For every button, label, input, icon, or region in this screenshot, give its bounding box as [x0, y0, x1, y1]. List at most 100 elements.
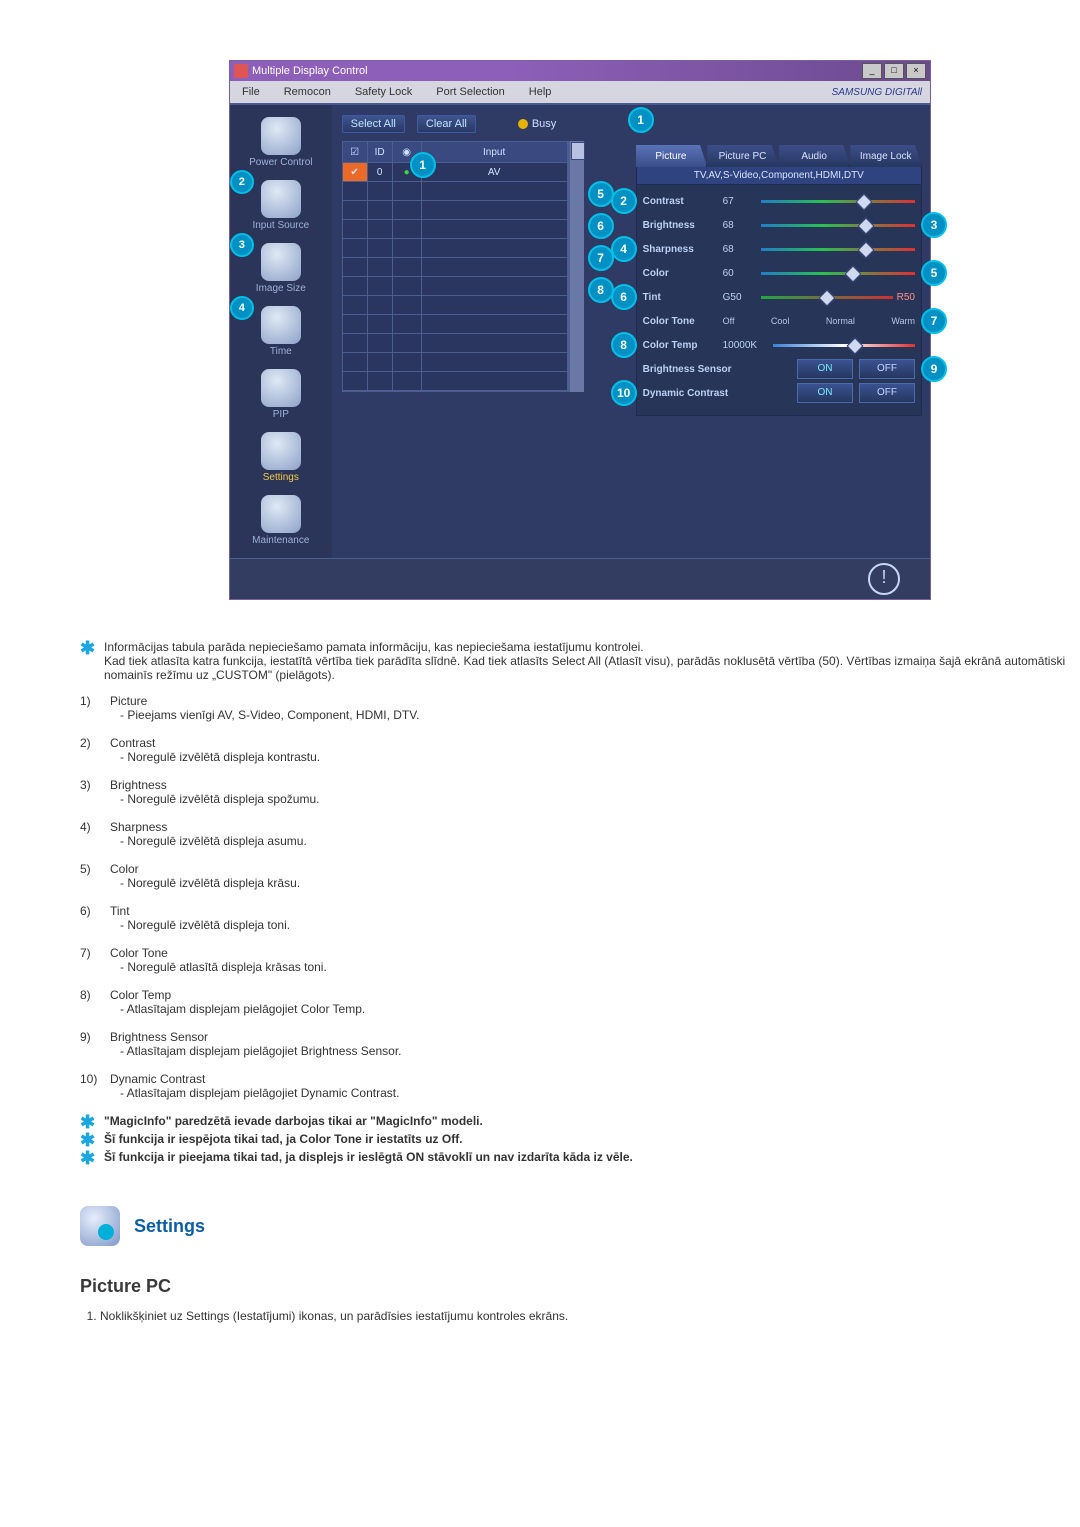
- color-slider[interactable]: [761, 269, 915, 277]
- tab-image-lock[interactable]: Image Lock: [850, 145, 922, 167]
- callout-marker: 6: [588, 213, 614, 239]
- sidebar-settings[interactable]: Settings: [236, 428, 326, 487]
- callout-marker: 5: [921, 260, 947, 286]
- picture-pc-heading: Picture PC: [80, 1276, 1080, 1297]
- list-item: 2)ContrastNoregulē izvēlētā displeja kon…: [80, 736, 1080, 764]
- callout-marker: 10: [611, 380, 637, 406]
- minimize-button[interactable]: _: [862, 63, 882, 79]
- sidebar-item-label: Input Source: [252, 220, 309, 231]
- callout-marker: 8: [611, 332, 637, 358]
- tint-slider[interactable]: [761, 293, 893, 301]
- tab-picture-pc[interactable]: Picture PC: [707, 145, 779, 167]
- table-row[interactable]: [343, 277, 568, 296]
- sidebar: Power Control Input Source 2 Image Size …: [230, 105, 332, 558]
- menu-help[interactable]: Help: [517, 86, 564, 98]
- close-button[interactable]: ×: [906, 63, 926, 79]
- app-icon: [234, 64, 248, 78]
- dynamic-contrast-off[interactable]: OFF: [859, 383, 915, 403]
- table-scrollbar[interactable]: [569, 141, 584, 392]
- window-buttons: _ □ ×: [862, 63, 926, 79]
- table-row[interactable]: [343, 201, 568, 220]
- list-item: 3)BrightnessNoregulē izvēlētā displeja s…: [80, 778, 1080, 806]
- menu-remocon[interactable]: Remocon: [272, 86, 343, 98]
- tint-label: Tint: [643, 292, 723, 303]
- table-row[interactable]: [343, 258, 568, 277]
- contrast-row: 2 Contrast 67: [643, 189, 915, 213]
- row-callouts: 5 6 7 8: [588, 181, 614, 392]
- table-row[interactable]: [343, 372, 568, 391]
- sharpness-label: Sharpness: [643, 244, 723, 255]
- settings-section-title: Settings: [134, 1216, 205, 1237]
- brightness-slider[interactable]: [761, 221, 915, 229]
- picture-controls: 2 Contrast 67 Brightness 68 3 4 Sharpnes…: [636, 185, 922, 416]
- power-icon: [261, 117, 301, 155]
- contrast-slider[interactable]: [761, 197, 915, 205]
- table-row[interactable]: [343, 296, 568, 315]
- menu-port-selection[interactable]: Port Selection: [424, 86, 516, 98]
- table-row[interactable]: [343, 353, 568, 372]
- settings-section: Settings Picture PC Noklikšķiniet uz Set…: [80, 1206, 1080, 1323]
- sidebar-time[interactable]: Time 4: [236, 302, 326, 361]
- callout-marker: 3: [921, 212, 947, 238]
- sidebar-item-label: Power Control: [249, 157, 312, 168]
- col-input: Input: [422, 142, 568, 163]
- menu-bar: File Remocon Safety Lock Port Selection …: [230, 81, 930, 103]
- tab-subhead: TV,AV,S-Video,Component,HDMI,DTV: [636, 167, 922, 185]
- sharpness-slider[interactable]: [761, 245, 915, 253]
- tab-picture[interactable]: Picture: [636, 145, 708, 167]
- table-row[interactable]: [343, 182, 568, 201]
- color-value: 60: [723, 268, 761, 279]
- numbered-list: 1)PicturePieejams vienīgi AV, S-Video, C…: [80, 694, 1080, 1100]
- menu-file[interactable]: File: [230, 86, 272, 98]
- sidebar-input-source[interactable]: Input Source 2: [236, 176, 326, 235]
- color-temp-value: 10000K: [723, 340, 773, 351]
- menu-safety-lock[interactable]: Safety Lock: [343, 86, 424, 98]
- tab-audio[interactable]: Audio: [779, 145, 851, 167]
- step-item: Noklikšķiniet uz Settings (Iestatījumi) …: [100, 1309, 1080, 1323]
- color-row: Color 60 5: [643, 261, 915, 285]
- color-temp-slider[interactable]: [773, 341, 915, 349]
- color-temp-row: 8 Color Temp 10000K: [643, 333, 915, 357]
- list-item: 7)Color ToneNoregulē atlasītā displeja k…: [80, 946, 1080, 974]
- table-row[interactable]: [343, 315, 568, 334]
- callout-marker: 3: [230, 233, 254, 257]
- brightness-sensor-off[interactable]: OFF: [859, 359, 915, 379]
- sharpness-row: 4 Sharpness 68: [643, 237, 915, 261]
- info-icon[interactable]: !: [868, 563, 900, 595]
- table-row[interactable]: [343, 220, 568, 239]
- col-checkbox[interactable]: ☑: [343, 142, 368, 163]
- note-intro: ✱ Informācijas tabula parāda nepieciešam…: [80, 640, 1080, 682]
- sidebar-item-label: Settings: [263, 472, 299, 483]
- brightness-sensor-on[interactable]: ON: [797, 359, 853, 379]
- table-row[interactable]: ✔ 0 ● AV: [343, 163, 568, 182]
- settings-section-icon: [80, 1206, 120, 1246]
- busy-dot-icon: [518, 119, 528, 129]
- maximize-button[interactable]: □: [884, 63, 904, 79]
- brightness-row: Brightness 68 3: [643, 213, 915, 237]
- contrast-value: 67: [723, 196, 761, 207]
- dynamic-contrast-label: Dynamic Contrast: [643, 388, 761, 399]
- sidebar-item-label: PIP: [273, 409, 289, 420]
- sidebar-pip[interactable]: PIP: [236, 365, 326, 424]
- scroll-thumb[interactable]: [571, 142, 585, 160]
- color-tone-scale[interactable]: Off Cool Normal Warm: [723, 316, 915, 326]
- sidebar-image-size[interactable]: Image Size 3: [236, 239, 326, 298]
- sidebar-item-label: Time: [270, 346, 292, 357]
- sidebar-maintenance[interactable]: Maintenance: [236, 491, 326, 550]
- dynamic-contrast-on[interactable]: ON: [797, 383, 853, 403]
- title-bar: Multiple Display Control _ □ ×: [230, 61, 930, 81]
- select-all-button[interactable]: Select All: [342, 115, 405, 133]
- table-row[interactable]: [343, 239, 568, 258]
- clear-all-button[interactable]: Clear All: [417, 115, 476, 133]
- row-checkbox[interactable]: ✔: [343, 163, 368, 182]
- sidebar-item-label: Maintenance: [252, 535, 309, 546]
- row-id: 0: [368, 163, 393, 182]
- callout-marker: 5: [588, 181, 614, 207]
- sidebar-power-control[interactable]: Power Control: [236, 113, 326, 172]
- tint-value-green: G50: [723, 292, 761, 303]
- table-row[interactable]: [343, 334, 568, 353]
- callout-marker: 1: [628, 107, 654, 133]
- settings-panel: 1 Picture Picture PC Audio Image Lock TV…: [624, 105, 930, 558]
- brightness-value: 68: [723, 220, 761, 231]
- callout-marker: 2: [230, 170, 254, 194]
